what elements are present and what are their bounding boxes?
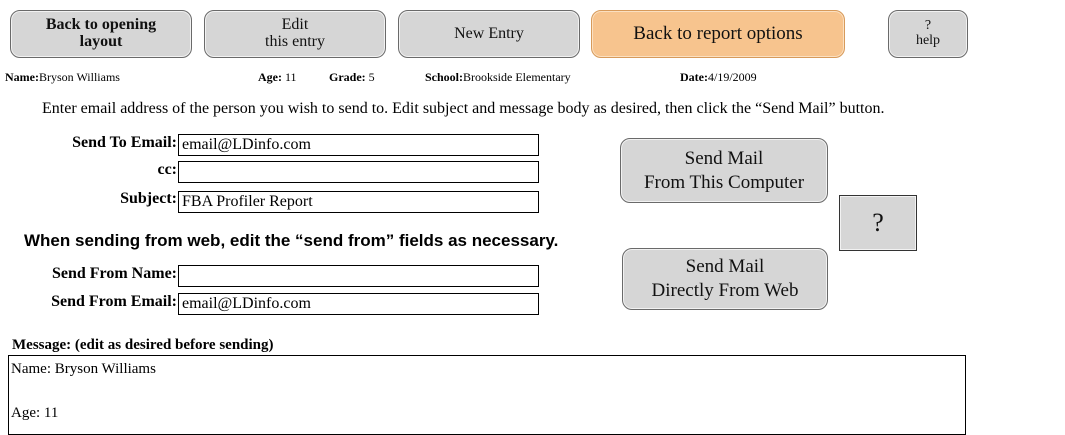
student-name: Name:Bryson Williams bbox=[5, 70, 120, 85]
back-opening-label-2: layout bbox=[79, 33, 123, 50]
send-from-name-field[interactable] bbox=[178, 265, 539, 287]
send-web-label-1: Send Mail bbox=[685, 256, 765, 278]
student-grade: Grade: 5 bbox=[329, 70, 375, 85]
send-computer-label-1: Send Mail bbox=[684, 147, 764, 169]
help-label: help bbox=[915, 33, 941, 48]
new-entry-label: New Entry bbox=[454, 24, 524, 42]
new-entry-button[interactable]: New Entry bbox=[398, 10, 580, 58]
instructions-text: Enter email address of the person you wi… bbox=[42, 100, 885, 117]
back-opening-label-1: Back to opening bbox=[45, 16, 157, 34]
back-report-label: Back to report options bbox=[633, 23, 803, 45]
help-button[interactable]: ? help bbox=[888, 10, 968, 58]
message-textarea[interactable]: Name: Bryson Williams Age: 11 bbox=[8, 355, 966, 435]
send-to-label: Send To Email: bbox=[72, 134, 177, 151]
age-value: 11 bbox=[285, 70, 297, 84]
grade-value: 5 bbox=[368, 70, 375, 84]
send-mail-from-computer-button[interactable]: Send Mail From This Computer bbox=[620, 138, 828, 203]
cc-label: cc: bbox=[157, 161, 177, 178]
send-from-email-label: Send From Email: bbox=[51, 293, 177, 310]
subject-field[interactable]: FBA Profiler Report bbox=[178, 191, 539, 213]
edit-label-2: this entry bbox=[265, 33, 325, 50]
send-from-name-label: Send From Name: bbox=[51, 265, 177, 282]
send-to-email-field[interactable]: email@LDinfo.com bbox=[178, 134, 539, 156]
age-label: Age: bbox=[258, 70, 282, 84]
date-value: 4/19/2009 bbox=[707, 70, 757, 84]
school-label: School: bbox=[425, 70, 464, 84]
school-value: Brookside Elementary bbox=[463, 70, 571, 84]
student-date: Date:4/19/2009 bbox=[680, 70, 757, 85]
help-question-icon: ? bbox=[924, 18, 932, 34]
web-send-note: When sending from web, edit the “send fr… bbox=[24, 231, 559, 250]
message-line bbox=[11, 382, 965, 404]
message-line: Age: 11 bbox=[11, 405, 59, 421]
cc-field[interactable] bbox=[178, 161, 539, 183]
edit-label-1: Edit bbox=[281, 16, 309, 34]
name-value: Bryson Williams bbox=[38, 70, 120, 84]
back-to-report-options-button[interactable]: Back to report options bbox=[591, 10, 845, 58]
question-icon: ? bbox=[872, 208, 884, 238]
edit-entry-button[interactable]: Edit this entry bbox=[204, 10, 386, 58]
grade-label: Grade: bbox=[329, 70, 366, 84]
question-button[interactable]: ? bbox=[839, 195, 917, 251]
send-mail-from-web-button[interactable]: Send Mail Directly From Web bbox=[622, 248, 828, 310]
student-age: Age: 11 bbox=[258, 70, 297, 85]
name-label: Name: bbox=[5, 70, 39, 84]
date-label: Date: bbox=[680, 70, 708, 84]
send-computer-label-2: From This Computer bbox=[643, 171, 805, 193]
student-school: School:Brookside Elementary bbox=[425, 70, 571, 85]
subject-label: Subject: bbox=[120, 190, 177, 207]
back-to-opening-layout-button[interactable]: Back to opening layout bbox=[10, 10, 192, 58]
message-line: Name: Bryson Williams bbox=[11, 361, 156, 377]
message-label: Message: (edit as desired before sending… bbox=[12, 337, 274, 353]
send-from-email-field[interactable]: email@LDinfo.com bbox=[178, 293, 539, 315]
send-web-label-2: Directly From Web bbox=[651, 280, 799, 301]
